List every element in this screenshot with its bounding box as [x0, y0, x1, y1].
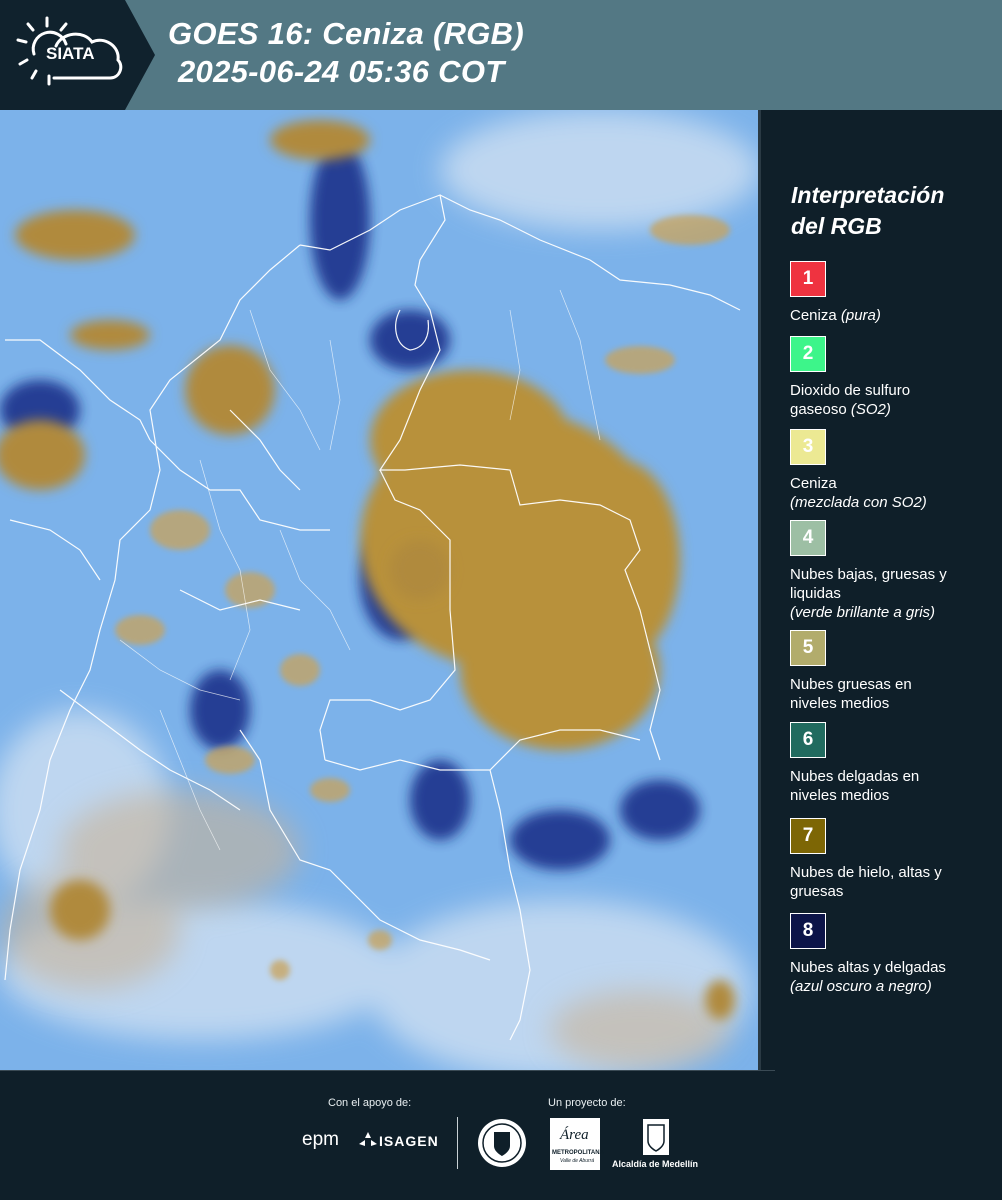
legend-label-6: Nubes delgadas en niveles medios [790, 768, 920, 804]
legend-label-1: Ceniza (pura) [790, 307, 881, 324]
footer: Con el apoyo de: Un proyecto de: epm ISA… [0, 1070, 1002, 1200]
epm-logo: epm [302, 1129, 339, 1150]
legend-item-2: 2 Dioxido de sulfuro gaseoso (SO2) [790, 336, 1000, 419]
legend-item-4: 4 Nubes bajas, gruesas y liquidas (verde … [790, 520, 1000, 622]
timestamp: 2025-06-24 05:36 COT [178, 54, 505, 89]
siata-logo-text: SIATA [46, 44, 95, 63]
header-bar: SIATA GOES 16: Ceniza (RGB) 2025-06-24 0… [0, 0, 1002, 110]
isagen-logo-icon [359, 1132, 377, 1146]
legend-swatch-5: 5 [790, 630, 826, 666]
page-title: GOES 16: Ceniza (RGB) [168, 16, 524, 51]
legend-item-7: 7 Nubes de hielo, altas y gruesas [790, 818, 1000, 901]
legend-item-3: 3 Ceniza (mezclada con SO2) [790, 429, 1000, 512]
legend-item-5: 5 Nubes gruesas en niveles medios [790, 630, 1000, 713]
legend-title: Interpretación del RGB [791, 180, 991, 242]
alcaldia-shield-icon [643, 1119, 669, 1155]
legend-number-8: 8 [802, 920, 814, 941]
legend-number-5: 5 [802, 637, 814, 658]
satellite-image [0, 110, 758, 1070]
legend-swatch-2: 2 [790, 336, 826, 372]
project-label: Un proyecto de: [548, 1097, 626, 1109]
area-name-text: METROPOLITANA [552, 1150, 604, 1156]
legend-number-6: 6 [802, 729, 814, 750]
satellite-map [0, 110, 758, 1070]
legend-number-3: 3 [802, 436, 814, 457]
legend-swatch-7: 7 [790, 818, 826, 854]
legend-item-8: 8 Nubes altas y delgadas (azul oscuro a n… [790, 913, 1000, 996]
alcaldia-text: Alcaldía de Medellín [612, 1159, 699, 1169]
legend-label-8: Nubes altas y delgadas (azul oscuro a neg… [790, 959, 946, 995]
legend-item-6: 6 Nubes delgadas en niveles medios [790, 722, 1000, 805]
area-logo-text: Área [560, 1127, 589, 1143]
legend-number-2: 2 [802, 343, 814, 364]
legend-item-1: 1 Ceniza (pura) [790, 261, 1000, 325]
legend-panel: Interpretación del RGB 1 Ceniza (pura) 2… [758, 110, 1002, 1070]
support-label: Con el apoyo de: [328, 1097, 412, 1109]
footer-divider [0, 1070, 775, 1071]
legend-label-3: Ceniza (mezclada con SO2) [790, 475, 927, 511]
legend-title-line2: del RGB [791, 213, 882, 239]
legend-number-1: 1 [802, 268, 814, 289]
medellin-seal-icon [478, 1119, 526, 1167]
area-sub-text: Valle de Aburrá [560, 1158, 595, 1164]
legend-swatch-3: 3 [790, 429, 826, 465]
legend-title-line1: Interpretación [791, 182, 945, 208]
isagen-logo-text: ISAGEN [379, 1133, 439, 1149]
legend-label-5: Nubes gruesas en niveles medios [790, 676, 912, 712]
legend-number-7: 7 [802, 825, 814, 846]
legend-swatch-1: 1 [790, 261, 826, 297]
legend-swatch-8: 8 [790, 913, 826, 949]
legend-swatch-6: 6 [790, 722, 826, 758]
legend-number-4: 4 [802, 527, 814, 548]
legend-label-2: Dioxido de sulfuro gaseoso (SO2) [790, 382, 911, 418]
legend-swatch-4: 4 [790, 520, 826, 556]
footer-separator [457, 1117, 458, 1169]
legend-label-7: Nubes de hielo, altas y gruesas [790, 864, 942, 900]
legend-label-4: Nubes bajas, gruesas y liquidas (verde br… [790, 566, 947, 621]
